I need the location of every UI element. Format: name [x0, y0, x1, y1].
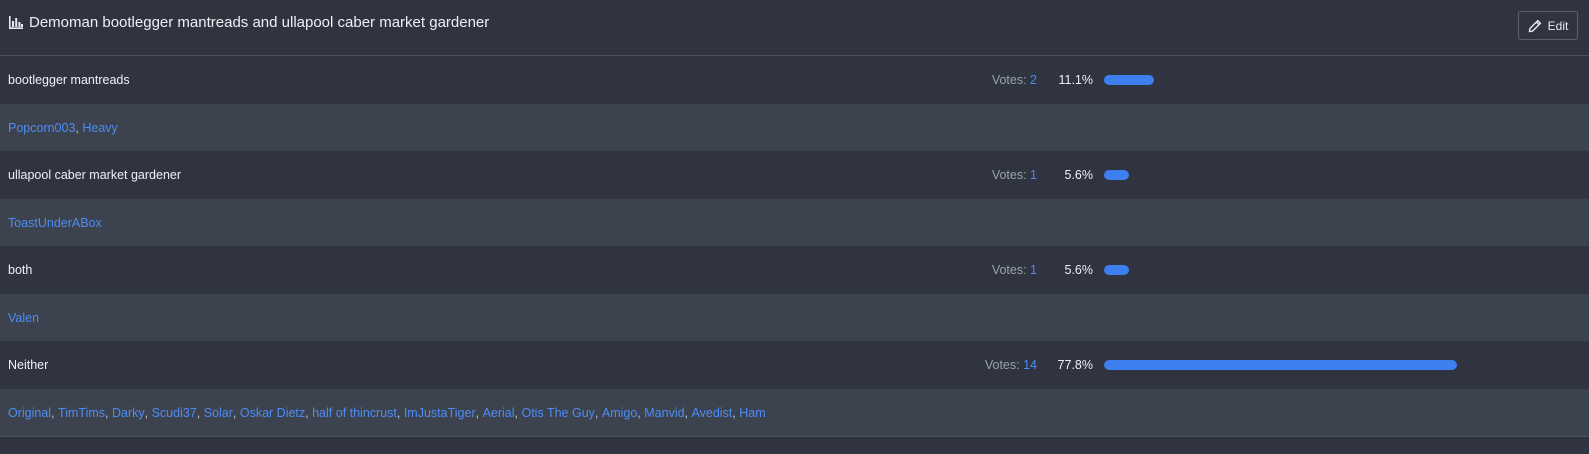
vote-count: Votes: 1	[992, 168, 1037, 182]
vote-count-value[interactable]: 14	[1023, 358, 1037, 372]
edit-button-label: Edit	[1547, 18, 1569, 33]
voter-separator: ,	[75, 120, 83, 135]
voter-link[interactable]: Aerial	[483, 406, 515, 420]
voter-separator: ,	[684, 405, 692, 420]
voter-separator: ,	[144, 405, 152, 420]
vote-bar	[1104, 170, 1558, 180]
vote-percent: 5.6%	[1064, 263, 1094, 277]
edit-button[interactable]: Edit	[1518, 11, 1578, 40]
voter-link[interactable]: Otis The Guy	[521, 406, 594, 420]
poll-option-row: bootlegger mantreads Votes: 2 11.1%	[0, 56, 1589, 104]
voter-separator: ,	[196, 405, 204, 420]
poll-option-row: both Votes: 1 5.6%	[0, 246, 1589, 294]
voter-separator: ,	[514, 405, 522, 420]
voter-link[interactable]: Manvid	[644, 406, 684, 420]
option-label: ullapool caber market gardener	[8, 168, 182, 182]
voter-separator: ,	[51, 405, 59, 420]
vote-bar-fill	[1104, 75, 1155, 85]
voters-row: Original, TimTims, Darky, Scudi37, Solar…	[0, 389, 1589, 436]
vote-bar	[1104, 265, 1558, 275]
poll-options: bootlegger mantreads Votes: 2 11.1% Popcorn…	[0, 56, 1589, 436]
vote-bar-fill	[1104, 360, 1458, 370]
vote-percent: 11.1%	[1058, 73, 1093, 87]
voter-link[interactable]: Original	[8, 406, 51, 420]
voter-link[interactable]: Popcorn003	[8, 121, 75, 135]
option-label: bootlegger mantreads	[8, 73, 130, 87]
voter-link[interactable]: Valen	[8, 311, 39, 325]
vote-bar-fill	[1104, 265, 1130, 275]
voter-link[interactable]: Amigo	[602, 406, 637, 420]
bar-chart-icon	[9, 16, 23, 29]
poll-header: Demoman bootlegger mantreads and ullapoo…	[0, 0, 1589, 56]
voter-link[interactable]: Oskar Dietz	[240, 406, 305, 420]
voters-row: Valen	[0, 294, 1589, 341]
voter-separator: ,	[637, 405, 645, 420]
vote-count-value[interactable]: 1	[1030, 263, 1037, 277]
vote-count-prefix: Votes:	[991, 263, 1031, 277]
voter-link[interactable]: Heavy	[82, 121, 117, 135]
vote-count-prefix: Votes:	[984, 358, 1024, 372]
voter-link[interactable]: Scudi37	[152, 406, 197, 420]
voter-separator: ,	[732, 405, 740, 420]
vote-count: Votes: 2	[992, 73, 1037, 87]
voters-row: Popcorn003, Heavy	[0, 104, 1589, 151]
voter-separator: ,	[105, 405, 112, 420]
voter-link[interactable]: Ham	[739, 406, 765, 420]
vote-bar	[1104, 360, 1558, 370]
vote-count-value[interactable]: 1	[1030, 168, 1037, 182]
vote-count: Votes: 1	[992, 263, 1037, 277]
vote-bar	[1104, 75, 1558, 85]
voter-link[interactable]: Solar	[204, 406, 233, 420]
option-label: both	[8, 263, 33, 277]
vote-percent: 77.8%	[1057, 358, 1093, 372]
divider	[0, 436, 1589, 437]
voter-link[interactable]: TimTims	[58, 406, 105, 420]
voters-row: ToastUnderABox	[0, 199, 1589, 246]
vote-bar-fill	[1104, 170, 1130, 180]
voter-link[interactable]: half of thincrust	[312, 406, 397, 420]
poll-option-row: ullapool caber market gardener Votes: 1 5.…	[0, 151, 1589, 199]
voter-link[interactable]: Darky	[112, 406, 145, 420]
voter-separator: ,	[305, 405, 313, 420]
voter-link[interactable]: ToastUnderABox	[8, 216, 102, 230]
pencil-icon	[1528, 19, 1541, 32]
poll-card: Demoman bootlegger mantreads and ullapoo…	[0, 0, 1589, 454]
voter-separator: ,	[475, 405, 483, 420]
poll-option-row: Neither Votes: 14 77.8%	[0, 341, 1589, 389]
voter-link[interactable]: ImJustaTiger	[404, 406, 476, 420]
vote-count: Votes: 14	[985, 358, 1037, 372]
option-label: Neither	[8, 358, 49, 372]
vote-count-prefix: Votes:	[991, 73, 1031, 87]
voter-link[interactable]: Avedist	[692, 406, 733, 420]
poll-title: Demoman bootlegger mantreads and ullapoo…	[29, 14, 490, 31]
vote-percent: 5.6%	[1064, 168, 1094, 182]
poll-title-wrap: Demoman bootlegger mantreads and ullapoo…	[9, 14, 489, 31]
voter-separator: ,	[594, 405, 602, 420]
voter-separator: ,	[396, 405, 404, 420]
voter-separator: ,	[232, 405, 240, 420]
vote-count-value[interactable]: 2	[1030, 73, 1037, 87]
vote-count-prefix: Votes:	[991, 168, 1031, 182]
